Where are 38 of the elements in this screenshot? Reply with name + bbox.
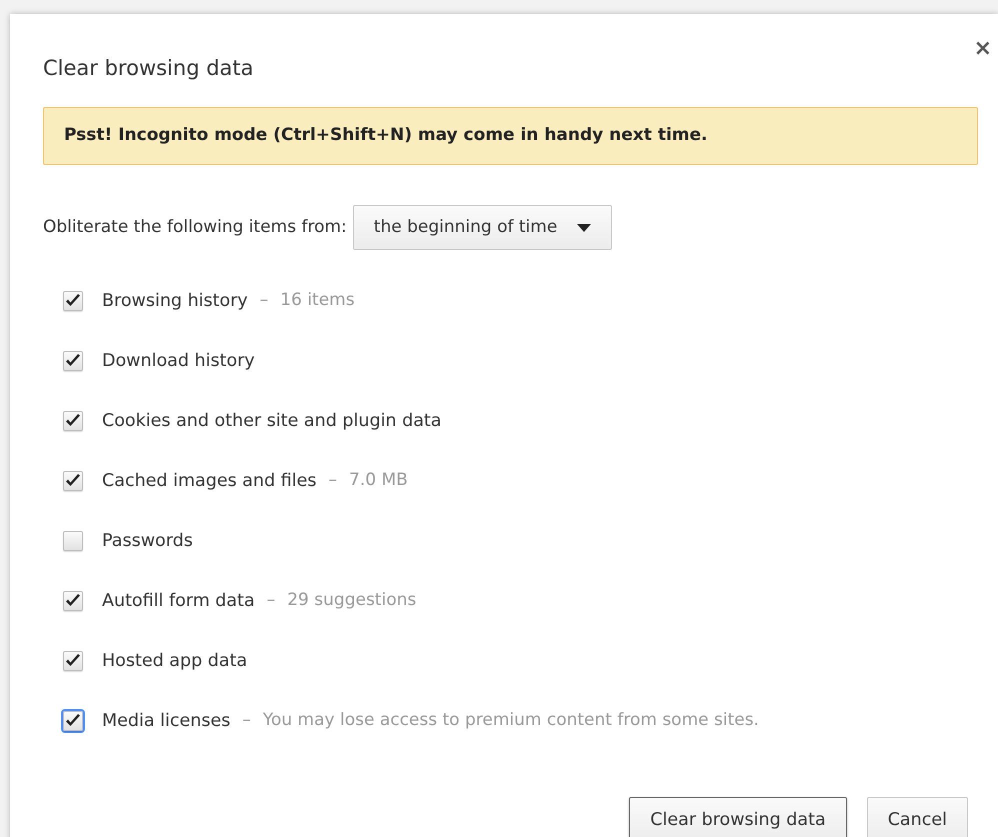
clear-data-button[interactable]: Clear browsing data: [629, 797, 847, 837]
checkmark-icon: [65, 474, 81, 488]
cancel-button[interactable]: Cancel: [866, 797, 968, 837]
item-detail: 16 items: [280, 289, 355, 312]
checkmark-icon: [65, 654, 81, 668]
range-label: Obliterate the following items from:: [43, 216, 347, 239]
item-label: Cookies and other site and plugin data: [102, 410, 442, 433]
dialog-title: Clear browsing data: [43, 55, 255, 82]
item-label: Browsing history: [102, 290, 248, 313]
item-label: Cached images and files: [102, 470, 317, 493]
checkmark-icon: [65, 294, 81, 308]
checkmark-icon: [65, 414, 81, 428]
checkbox[interactable]: [63, 471, 83, 491]
separator-dash: –: [242, 709, 251, 732]
item-label: Media licenses: [102, 710, 230, 733]
incognito-notice: Psst! Incognito mode (Ctrl+Shift+N) may come in handy next time.: [43, 107, 978, 165]
checkmark-icon: [65, 354, 81, 368]
item-label: Hosted app data: [102, 650, 248, 673]
checkmark-icon: [65, 714, 81, 728]
item-detail: 7.0 MB: [349, 469, 408, 492]
close-button[interactable]: ×: [974, 38, 992, 60]
item-detail: 29 suggestions: [287, 589, 416, 612]
item-label: Autofill form data: [102, 590, 255, 613]
checkbox[interactable]: [63, 291, 83, 311]
caret-icon: [577, 224, 592, 232]
checkbox[interactable]: [63, 531, 83, 551]
item-label: Download history: [102, 350, 255, 373]
checkbox[interactable]: [63, 591, 83, 611]
checkbox[interactable]: [63, 351, 83, 371]
checkbox[interactable]: [63, 411, 83, 431]
item-label: Passwords: [102, 530, 193, 553]
separator-dash: –: [328, 469, 338, 492]
item-detail: You may lose access to premium content from some sites.: [262, 709, 759, 732]
separator-dash: –: [266, 589, 276, 612]
checkbox[interactable]: [63, 651, 83, 671]
checkmark-icon: [65, 594, 81, 608]
separator-dash: –: [260, 289, 268, 312]
time-range-dropdown[interactable]: the beginning of time: [352, 205, 612, 250]
